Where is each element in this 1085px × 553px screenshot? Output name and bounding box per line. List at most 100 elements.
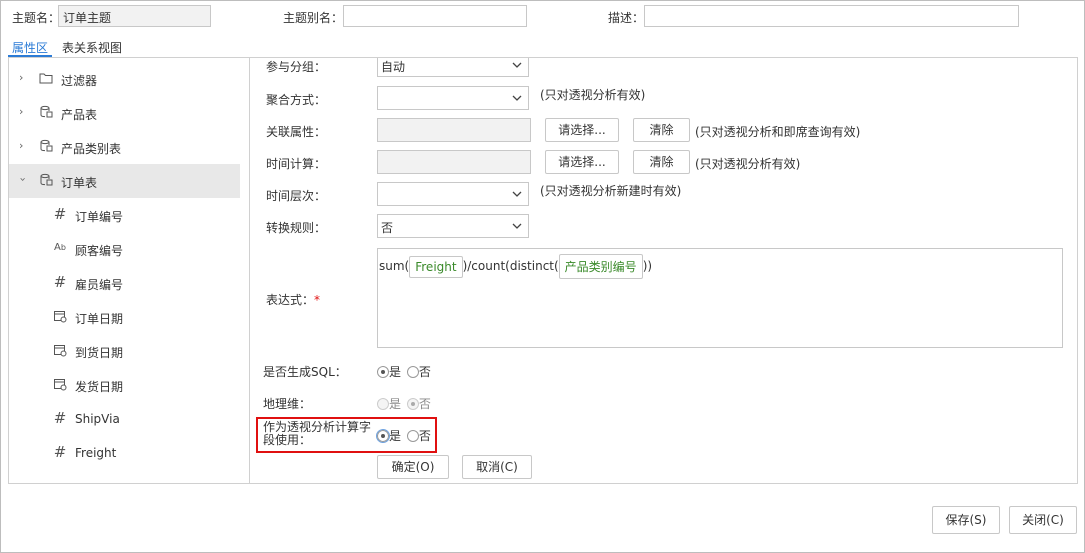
table-icon xyxy=(39,105,53,119)
alias-input[interactable] xyxy=(343,5,527,27)
pivot-yes-radio[interactable] xyxy=(376,429,390,443)
tab-properties[interactable]: 属性区 xyxy=(12,39,48,56)
conversion-select-value: 否 xyxy=(381,221,394,235)
description-input[interactable] xyxy=(644,5,1019,27)
topic-name-label: 主题名： xyxy=(12,11,61,25)
aggregation-select[interactable] xyxy=(377,86,529,110)
time-calc-input[interactable] xyxy=(377,150,531,174)
group-select-value: 自动 xyxy=(381,60,406,74)
tree-field-label: ShipVia xyxy=(75,412,120,426)
relation-clear-button[interactable]: 清除 xyxy=(633,118,690,142)
tree-field-label: 订单日期 xyxy=(75,312,124,326)
group-label: 参与分组： xyxy=(266,60,327,74)
tree-node-order-table[interactable]: › 订单表 xyxy=(9,164,240,198)
tree-field-order-date[interactable]: 订单日期 xyxy=(9,300,240,334)
tree-field-customer-id[interactable]: Ab 顾客编号 xyxy=(9,232,240,266)
conversion-select[interactable]: 否 xyxy=(377,214,529,238)
alias-label: 主题别名： xyxy=(283,11,344,25)
tree-field-label: Freight xyxy=(75,446,117,460)
geo-yes-radio xyxy=(377,398,389,410)
geo-dimension-radio-group: 是 否 xyxy=(377,395,433,412)
number-field-icon: # xyxy=(53,273,67,291)
tree-node-category-table[interactable]: › 产品类别表 xyxy=(9,130,240,164)
tree-node-label: 产品类别表 xyxy=(61,142,122,156)
folder-icon xyxy=(39,71,53,85)
generate-sql-radio-group: 是 否 xyxy=(377,363,433,380)
pivot-calc-field-radio-group: 是 否 xyxy=(376,427,433,444)
sql-yes-radio[interactable] xyxy=(377,366,389,378)
tree-node-label: 过滤器 xyxy=(61,74,98,88)
tree-field-label: 发货日期 xyxy=(75,380,124,394)
aggregation-label: 聚合方式： xyxy=(266,93,327,107)
chevron-down-icon xyxy=(512,223,522,229)
time-calc-hint: (只对透视分析有效) xyxy=(695,157,801,171)
group-select[interactable]: 自动 xyxy=(377,58,529,77)
radio-label: 是 xyxy=(389,429,402,443)
chevron-right-icon[interactable]: › xyxy=(19,105,23,118)
radio-label: 是 xyxy=(389,397,402,411)
tree-field-ship-date[interactable]: 发货日期 xyxy=(9,368,240,402)
number-field-icon: # xyxy=(53,409,67,427)
expression-field-chip[interactable]: Freight xyxy=(409,255,463,278)
tree-field-shipvia[interactable]: # ShipVia xyxy=(9,402,240,436)
expression-text: sum( xyxy=(379,259,410,273)
relation-select-button[interactable]: 请选择... xyxy=(545,118,619,142)
tree-field-label: 订单编号 xyxy=(75,210,124,224)
date-field-icon xyxy=(53,343,67,357)
tree-node-label: 产品表 xyxy=(61,108,98,122)
time-level-hint: (只对透视分析新建时有效) xyxy=(540,184,682,198)
chevron-down-icon[interactable]: › xyxy=(17,177,30,181)
tree-field-label: 雇员编号 xyxy=(75,278,124,292)
relation-label: 关联属性： xyxy=(266,125,327,139)
expression-content: sum(Freight)/count(distinct(产品类别编号)) xyxy=(379,254,652,279)
geo-dimension-label: 地理维： xyxy=(263,397,312,411)
sql-no-radio[interactable] xyxy=(406,366,419,378)
time-level-label: 时间层次： xyxy=(266,189,327,203)
expression-label: 表达式：* xyxy=(266,291,320,308)
tree-field-label: 顾客编号 xyxy=(75,244,124,258)
chevron-right-icon[interactable]: › xyxy=(19,71,23,84)
chevron-down-icon xyxy=(512,95,522,101)
chevron-down-icon xyxy=(512,191,522,197)
topic-name-input[interactable]: 订单主题 xyxy=(58,5,211,27)
generate-sql-label: 是否生成SQL： xyxy=(263,365,347,379)
table-icon xyxy=(39,173,53,187)
close-button[interactable]: 关闭(C) xyxy=(1009,506,1077,534)
table-icon xyxy=(39,139,53,153)
date-field-icon xyxy=(53,309,67,323)
expression-field-chip[interactable]: 产品类别编号 xyxy=(558,254,643,279)
radio-label: 否 xyxy=(418,429,431,443)
relation-input[interactable] xyxy=(377,118,531,142)
cancel-button[interactable]: 取消(C) xyxy=(462,455,532,479)
tree-field-freight[interactable]: # Freight xyxy=(9,436,240,470)
radio-label: 否 xyxy=(418,397,431,411)
relation-hint: (只对透视分析和即席查询有效) xyxy=(695,125,861,139)
time-level-select[interactable] xyxy=(377,182,529,206)
tree-field-order-id[interactable]: # 订单编号 xyxy=(9,198,240,232)
number-field-icon: # xyxy=(53,443,67,461)
save-button[interactable]: 保存(S) xyxy=(932,506,1000,534)
pivot-no-radio[interactable] xyxy=(406,430,419,442)
tree-node-filter[interactable]: › 过滤器 xyxy=(9,62,240,96)
tab-table-relations[interactable]: 表关系视图 xyxy=(62,39,122,56)
tree-field-employee-id[interactable]: # 雇员编号 xyxy=(9,266,240,300)
number-field-icon: # xyxy=(53,205,67,223)
date-field-icon xyxy=(53,377,67,391)
pivot-calc-field-label: 作为透视分析计算字段使用： xyxy=(263,420,372,447)
description-label: 描述： xyxy=(608,11,645,25)
radio-label: 否 xyxy=(418,365,431,379)
time-calc-select-button[interactable]: 请选择... xyxy=(545,150,619,174)
time-calc-label: 时间计算： xyxy=(266,157,327,171)
tree-field-arrival-date[interactable]: 到货日期 xyxy=(9,334,240,368)
tree-node-label: 订单表 xyxy=(61,176,98,190)
radio-label: 是 xyxy=(389,365,402,379)
expression-editor[interactable]: sum(Freight)/count(distinct(产品类别编号)) xyxy=(377,248,1063,348)
required-marker: * xyxy=(314,293,321,307)
text-field-icon: Ab xyxy=(54,242,66,253)
ok-button[interactable]: 确定(O) xyxy=(377,455,449,479)
tree-field-label: 到货日期 xyxy=(75,346,124,360)
expression-label-text: 表达式： xyxy=(266,293,315,307)
tree-node-product-table[interactable]: › 产品表 xyxy=(9,96,240,130)
time-calc-clear-button[interactable]: 清除 xyxy=(633,150,690,174)
chevron-right-icon[interactable]: › xyxy=(19,139,23,152)
